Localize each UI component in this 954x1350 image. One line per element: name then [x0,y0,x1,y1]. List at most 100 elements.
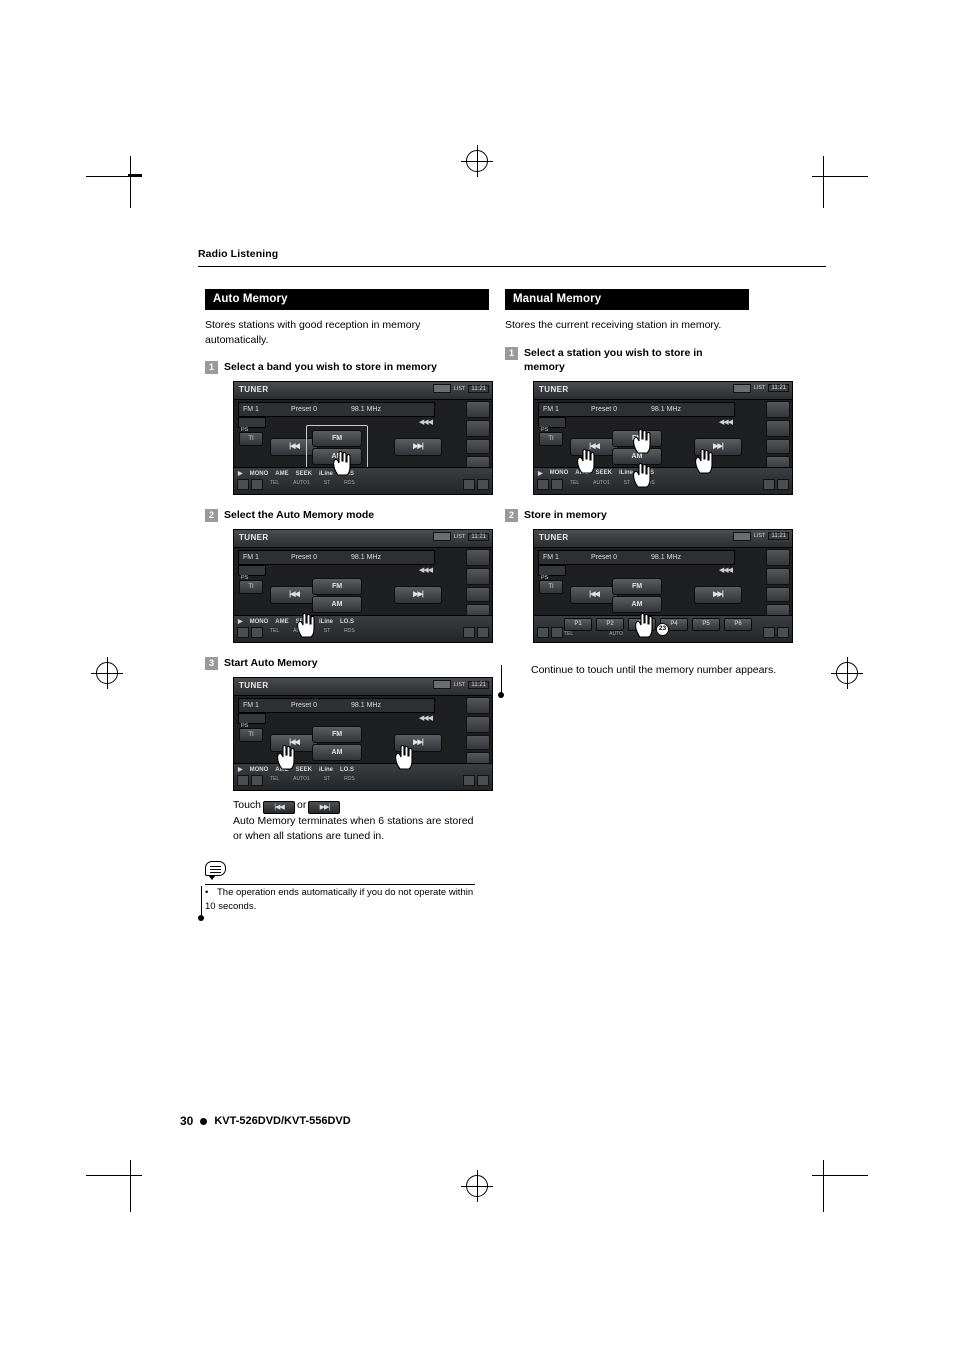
seek-indicator: ◀◀◀ [418,419,433,426]
memo-rule [205,884,475,885]
preset-button-2[interactable]: P2 [596,617,624,631]
side-button-2[interactable] [766,419,790,437]
screen-info-bar: FM 1 Preset 0 98.1 MHz [538,401,735,417]
screen-side-buttons[interactable] [466,697,490,767]
fm-button[interactable]: FM [612,577,662,595]
ti-button[interactable]: TI [239,580,263,594]
volume-down-icon[interactable] [537,478,549,490]
seek-up-button[interactable]: ▶▶| [694,585,742,604]
manual-memory-intro: Stores the current receiving station in … [505,319,722,331]
seek-down-button[interactable]: |◀◀ [270,586,318,604]
mute-icon[interactable] [551,626,563,638]
menu-icon[interactable] [477,627,489,638]
side-button-2[interactable] [466,568,490,585]
preset-button-1[interactable]: P1 [564,617,592,631]
crop-mark [130,156,131,208]
ame-label[interactable]: AME [275,619,288,625]
menu-icon[interactable] [777,478,789,490]
bottom-right-icons[interactable] [763,478,789,490]
side-button-3[interactable] [466,587,490,602]
volume-down-icon[interactable] [237,627,249,638]
seek-label[interactable]: SEEK [296,471,312,477]
bottom-left-icons[interactable] [237,627,263,638]
side-button-3[interactable] [466,735,490,750]
seek-down-button[interactable]: |◀◀ [570,585,618,604]
ame-label[interactable]: AME [275,471,288,477]
screen-side-buttons[interactable] [466,401,490,471]
screen-side-buttons[interactable] [766,548,790,619]
ti-button[interactable]: TI [539,431,563,446]
ps-indicator: PS [238,417,266,433]
volume-up-icon[interactable] [463,479,475,490]
fm-button[interactable]: FM [312,578,362,595]
fm-button[interactable]: FM [312,726,362,743]
running-head: Radio Listening [198,248,279,260]
volume-down-icon[interactable] [237,479,249,490]
los-label[interactable]: LO.S [340,767,354,773]
volume-down-icon[interactable] [237,775,249,786]
screen-side-buttons[interactable] [466,549,490,619]
side-button-1[interactable] [466,401,490,418]
mono-label[interactable]: MONO [250,471,269,477]
mono-label[interactable]: MONO [550,470,569,476]
side-button-2[interactable] [466,716,490,733]
side-button-2[interactable] [766,567,790,585]
bottom-left-icons[interactable] [237,479,263,490]
volume-up-icon[interactable] [763,478,775,490]
los-label[interactable]: LO.S [340,619,354,625]
side-button-3[interactable] [766,586,790,602]
volume-up-icon[interactable] [763,626,775,638]
ti-button[interactable]: TI [539,579,563,594]
ps-indicator: PS [538,564,566,581]
step-number: 1 [505,346,518,360]
bottom-right-icons[interactable] [763,626,789,638]
seek-up-button[interactable]: ▶▶| [394,438,442,456]
seek-up-button[interactable]: ▶▶| [394,586,442,604]
am-button[interactable]: AM [612,595,662,613]
side-button-1[interactable] [766,548,790,566]
volume-up-icon[interactable] [463,775,475,786]
side-button-1[interactable] [466,549,490,566]
mono-label[interactable]: MONO [250,619,269,625]
mute-icon[interactable] [251,775,263,786]
volume-down-icon[interactable] [537,626,549,638]
bottom-right-icons[interactable] [463,775,489,786]
preset-button-6[interactable]: P6 [724,617,752,631]
bottom-sub-row: TEL AUTO1 ST RDS [270,776,355,782]
am-button[interactable]: AM [312,596,362,613]
seek-up-label: ▶▶| [713,590,724,598]
bottom-left-icons[interactable] [537,478,563,490]
mute-icon[interactable] [251,627,263,638]
bottom-right-icons[interactable] [463,627,489,638]
bottom-right-icons[interactable] [463,479,489,490]
side-button-3[interactable] [766,438,790,454]
volume-up-icon[interactable] [463,627,475,638]
tel-label: TEL [570,479,580,486]
seek-label[interactable]: SEEK [296,767,312,773]
unit-screen-step3-left: TUNER LIST 11:21 FM 1 Preset 0 98.1 MHz … [233,677,493,791]
screen-side-buttons[interactable] [766,400,790,471]
bottom-left-icons[interactable] [237,775,263,786]
iline-label[interactable]: iLine [319,619,333,625]
menu-icon[interactable] [477,775,489,786]
side-button-3[interactable] [466,439,490,454]
ti-button[interactable]: TI [239,728,263,742]
iline-label[interactable]: iLine [619,470,633,476]
menu-icon[interactable] [477,479,489,490]
iline-label[interactable]: iLine [319,767,333,773]
tel-label: TEL [270,776,280,782]
menu-icon[interactable] [777,626,789,638]
ti-button[interactable]: TI [239,432,263,446]
mute-icon[interactable] [251,479,263,490]
clock: 11:21 [468,532,489,541]
bottom-left-icons[interactable] [537,626,563,638]
seek-label[interactable]: SEEK [596,470,612,476]
side-button-1[interactable] [466,697,490,714]
side-button-2[interactable] [466,420,490,437]
side-button-1[interactable] [766,400,790,418]
mute-icon[interactable] [551,478,563,490]
am-button[interactable]: AM [312,744,362,761]
iline-label[interactable]: iLine [319,471,333,477]
preset-button-5[interactable]: P5 [692,617,720,631]
mono-label[interactable]: MONO [250,767,269,773]
